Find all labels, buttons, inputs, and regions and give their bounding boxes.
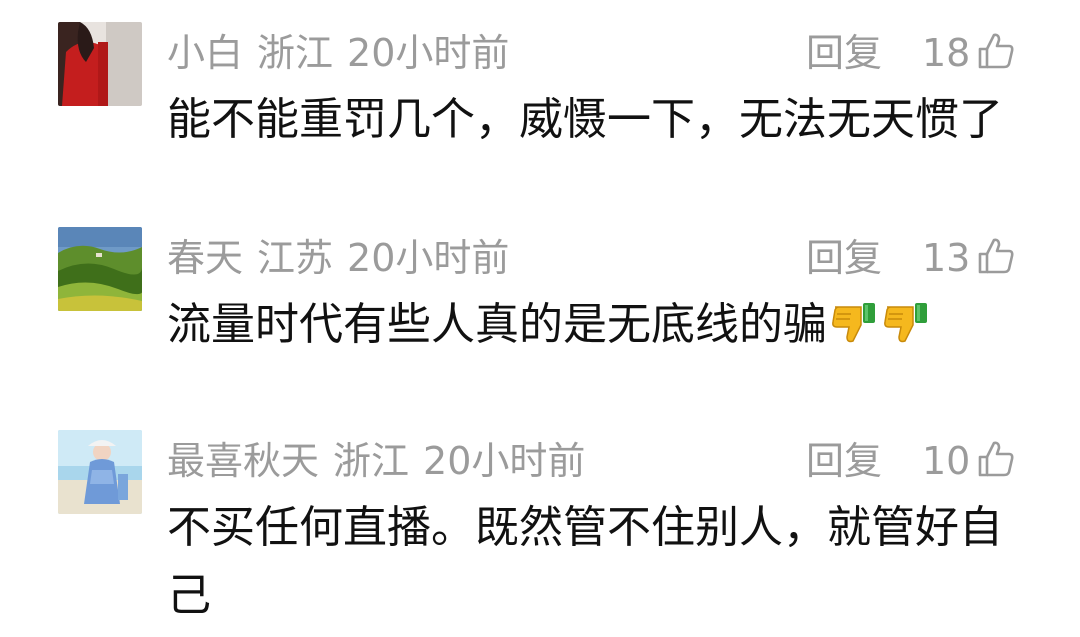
username[interactable]: 小白 [167, 31, 243, 75]
like-button[interactable]: 10 [922, 436, 1016, 486]
avatar[interactable] [58, 227, 142, 311]
timestamp: 20小时前 [347, 236, 510, 280]
timestamp: 20小时前 [347, 31, 510, 75]
reply-button[interactable]: 回复 [806, 28, 882, 78]
username[interactable]: 春天 [167, 236, 243, 280]
location: 浙江 [333, 439, 410, 483]
reply-button[interactable]: 回复 [806, 436, 882, 486]
like-button[interactable]: 13 [922, 233, 1016, 283]
thumbs-up-icon [979, 33, 1014, 69]
comment-body: 不买任何直播。既然管不住别人，就管好自己 [167, 502, 1003, 621]
comment-meta: 春天 江苏 20小时前 [167, 233, 509, 283]
comment-text: 不买任何直播。既然管不住别人，就管好自己 [167, 494, 1017, 630]
thumbs-up-icon [979, 441, 1014, 477]
comment-text: 流量时代有些人真的是无底线的骗 [167, 291, 1017, 359]
comment-body: 流量时代有些人真的是无底线的骗 [167, 299, 827, 350]
thumbs-down-emoji-icon [884, 303, 927, 343]
like-count: 10 [922, 439, 971, 483]
comment-body: 能不能重罚几个，威慑一下，无法无天惯了 [167, 94, 1003, 145]
location: 浙江 [257, 31, 334, 75]
reply-button[interactable]: 回复 [806, 233, 882, 283]
avatar[interactable] [58, 430, 142, 514]
avatar[interactable] [58, 22, 142, 106]
comment-text: 能不能重罚几个，威慑一下，无法无天惯了 [167, 86, 1017, 154]
like-count: 13 [922, 236, 971, 280]
comment-meta: 小白 浙江 20小时前 [167, 28, 509, 78]
username[interactable]: 最喜秋天 [167, 439, 319, 483]
comment-meta: 最喜秋天 浙江 20小时前 [167, 436, 585, 486]
location: 江苏 [257, 236, 334, 280]
thumbs-up-icon [979, 238, 1014, 274]
thumbs-down-emoji-icon [832, 303, 875, 343]
like-button[interactable]: 18 [922, 28, 1016, 78]
like-count: 18 [922, 31, 971, 75]
timestamp: 20小时前 [423, 439, 586, 483]
